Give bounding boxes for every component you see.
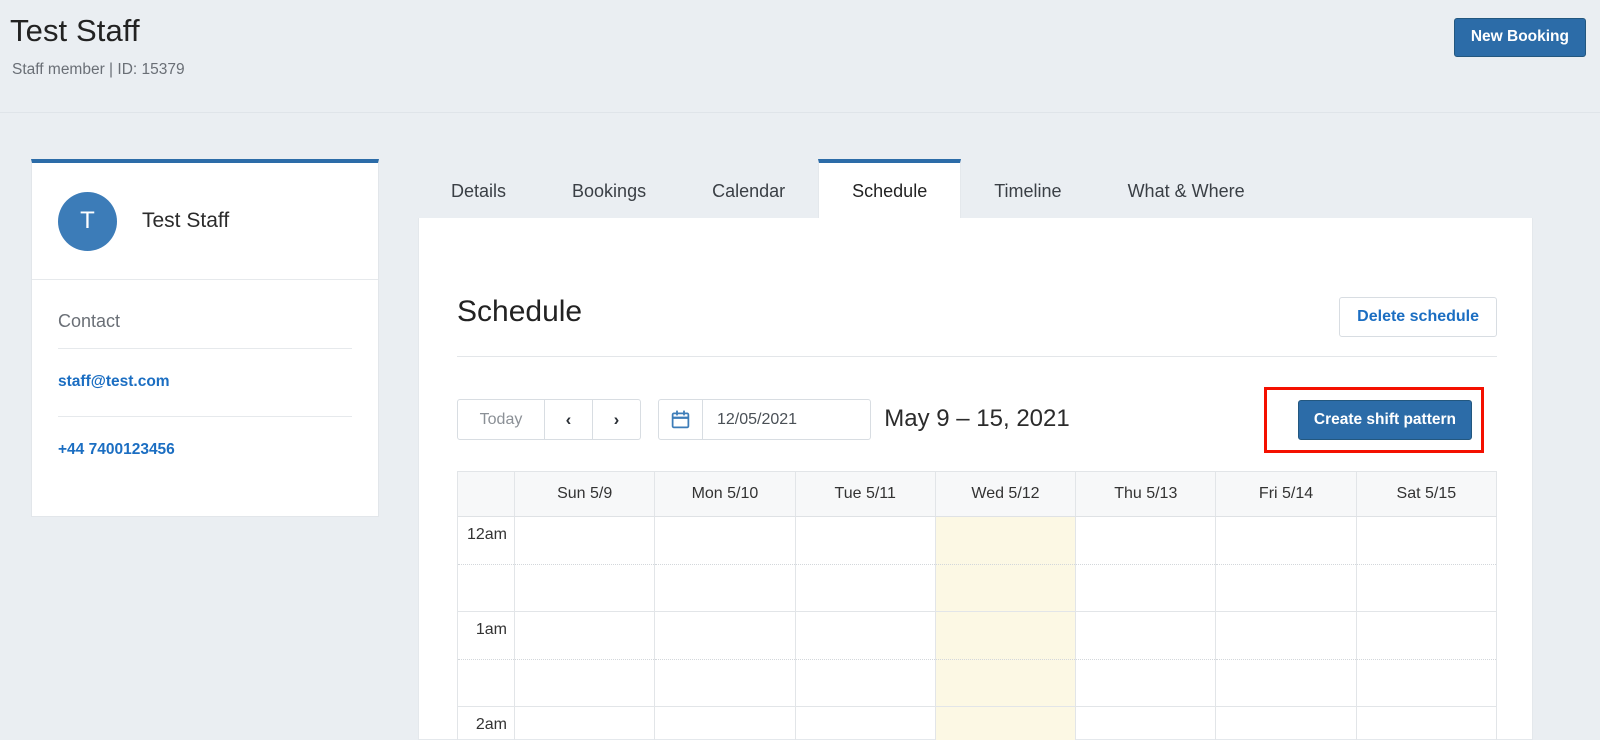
hour-label: 2am: [475, 716, 507, 733]
half-hour-divider: [458, 659, 514, 660]
hour-label: 1am: [475, 621, 507, 638]
page-subtitle: Staff member | ID: 15379: [12, 61, 185, 78]
time-gutter-cell: 12am: [458, 517, 515, 612]
slot-fri[interactable]: [1216, 707, 1357, 740]
half-hour-divider: [1076, 659, 1216, 660]
slot-mon[interactable]: [655, 707, 796, 740]
profile-card: T Test Staff Contact staff@test.com +44 …: [31, 159, 379, 517]
page-header: Test Staff Staff member | ID: 15379 New …: [0, 0, 1600, 113]
half-hour-divider: [795, 659, 935, 660]
time-gutter-cell: 2am: [458, 707, 515, 740]
profile-identity: T Test Staff: [32, 163, 378, 280]
half-hour-divider: [1356, 564, 1496, 565]
time-gutter-header: [458, 472, 515, 516]
slot-wed[interactable]: [935, 707, 1077, 740]
time-gutter-cell: 1am: [458, 612, 515, 707]
half-hour-divider: [655, 659, 795, 660]
slot-sun[interactable]: [515, 612, 656, 707]
slot-sat[interactable]: [1356, 612, 1497, 707]
day-header-tue[interactable]: Tue 5/11: [796, 472, 936, 516]
half-hour-divider: [935, 659, 1076, 660]
half-hour-divider: [1216, 659, 1356, 660]
day-header-sun[interactable]: Sun 5/9: [515, 472, 656, 516]
slot-sun[interactable]: [515, 707, 656, 740]
contact-section: Contact staff@test.com +44 7400123456: [32, 280, 378, 484]
week-calendar-grid: Sun 5/9 Mon 5/10 Tue 5/11 Wed 5/12 Thu 5…: [457, 471, 1497, 740]
slot-thu[interactable]: [1076, 612, 1217, 707]
tab-schedule[interactable]: Schedule: [818, 159, 962, 219]
delete-schedule-button[interactable]: Delete schedule: [1339, 297, 1497, 337]
slot-tue[interactable]: [796, 707, 936, 740]
half-hour-divider: [458, 564, 514, 565]
create-shift-pattern-button[interactable]: Create shift pattern: [1297, 400, 1472, 440]
schedule-heading-row: Schedule Delete schedule: [457, 295, 1497, 357]
half-hour-divider: [935, 564, 1076, 565]
slot-fri[interactable]: [1216, 612, 1357, 707]
slot-sun[interactable]: [515, 517, 656, 612]
day-header-fri[interactable]: Fri 5/14: [1216, 472, 1357, 516]
hour-row: 12am: [458, 517, 1497, 612]
day-header-sat[interactable]: Sat 5/15: [1357, 472, 1497, 516]
tab-what-and-where[interactable]: What & Where: [1095, 159, 1278, 219]
tab-bookings[interactable]: Bookings: [539, 159, 679, 219]
half-hour-divider: [1216, 564, 1356, 565]
slot-sat[interactable]: [1357, 707, 1497, 740]
slot-sat[interactable]: [1356, 517, 1497, 612]
hour-row: 1am: [458, 612, 1497, 707]
half-hour-divider: [1356, 659, 1496, 660]
day-header-thu[interactable]: Thu 5/13: [1076, 472, 1217, 516]
slot-tue[interactable]: [795, 517, 936, 612]
calendar-body: 12am 1am 2am: [458, 517, 1497, 740]
slot-fri[interactable]: [1216, 517, 1357, 612]
new-booking-button[interactable]: New Booking: [1453, 18, 1586, 57]
half-hour-divider: [655, 564, 795, 565]
slot-wed[interactable]: [935, 612, 1077, 707]
schedule-heading: Schedule: [457, 295, 583, 328]
profile-name: Test Staff: [142, 209, 230, 232]
tab-calendar[interactable]: Calendar: [679, 159, 818, 219]
slot-thu[interactable]: [1076, 517, 1217, 612]
schedule-panel: Schedule Delete schedule Today ‹ › May 9…: [418, 218, 1533, 740]
tab-details[interactable]: Details: [418, 159, 539, 219]
hour-label: 12am: [466, 526, 507, 543]
calendar-header-row: Sun 5/9 Mon 5/10 Tue 5/11 Wed 5/12 Thu 5…: [458, 471, 1497, 517]
day-header-mon[interactable]: Mon 5/10: [655, 472, 796, 516]
half-hour-divider: [795, 564, 935, 565]
page-title: Test Staff: [10, 13, 140, 48]
tab-bar: Details Bookings Calendar Schedule Timel…: [418, 159, 1278, 219]
contact-label: Contact: [58, 280, 352, 349]
hour-row: 2am: [458, 707, 1497, 740]
slot-tue[interactable]: [795, 612, 936, 707]
day-header-wed[interactable]: Wed 5/12: [936, 472, 1077, 516]
contact-email-link[interactable]: staff@test.com: [58, 349, 352, 417]
slot-wed[interactable]: [935, 517, 1077, 612]
slot-thu[interactable]: [1076, 707, 1217, 740]
schedule-toolbar: Today ‹ › May 9 – 15, 2021 Create shift …: [457, 387, 1497, 453]
slot-mon[interactable]: [655, 612, 796, 707]
slot-mon[interactable]: [655, 517, 796, 612]
tab-timeline[interactable]: Timeline: [961, 159, 1094, 219]
half-hour-divider: [515, 564, 655, 565]
half-hour-divider: [1076, 564, 1216, 565]
avatar: T: [58, 191, 117, 251]
half-hour-divider: [515, 659, 655, 660]
contact-phone-link[interactable]: +44 7400123456: [58, 417, 352, 484]
